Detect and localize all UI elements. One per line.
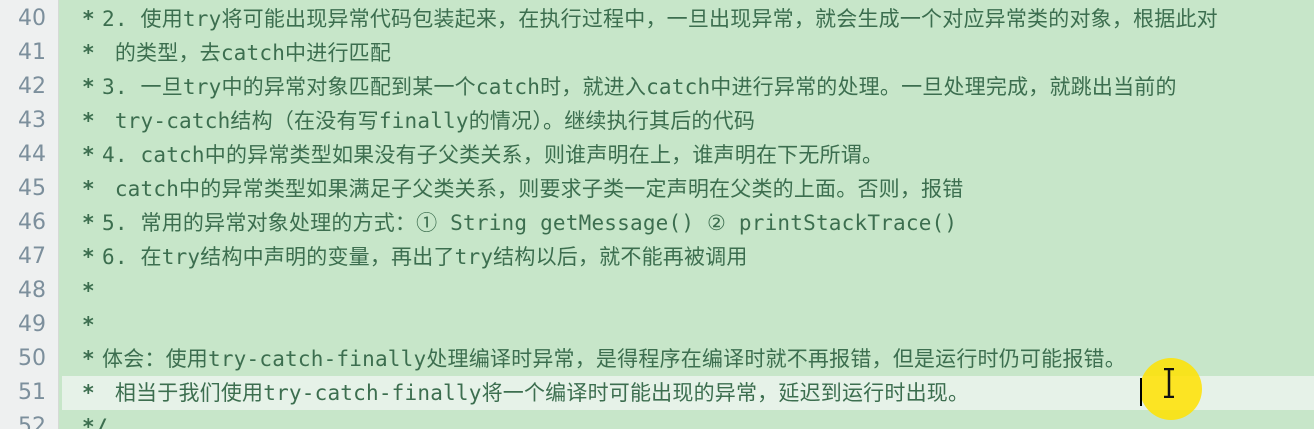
comment-star: *: [82, 313, 95, 337]
code-line-40[interactable]: 40 * 2. 使用try将可能出现异常代码包装起来，在执行过程中，一旦出现异常，…: [0, 2, 1314, 36]
comment-star: *: [82, 109, 95, 133]
line-number: 44: [18, 142, 46, 167]
comment-text: 6. 在try结构中声明的变量，再出了try结构以后，就不能再被调用: [102, 245, 748, 269]
code-line-50[interactable]: 50 * 体会：使用try-catch-finally处理编译时异常，是得程序在编…: [0, 342, 1314, 376]
line-number: 52: [18, 414, 46, 429]
comment-text: try-catch结构（在没有写finally的情况）。继续执行其后的代码: [102, 109, 756, 133]
line-number: 50: [18, 346, 46, 371]
comment-star: *: [82, 41, 95, 65]
comment-star: *: [82, 211, 95, 235]
comment-star: *: [82, 75, 95, 99]
comment-text: 体会：使用try-catch-finally处理编译时异常，是得程序在编译时就不…: [102, 347, 1126, 371]
line-number: 43: [18, 108, 46, 133]
comment-star: *: [82, 143, 95, 167]
comment-text: 3. 一旦try中的异常对象匹配到某一个catch时，就进入catch中进行异常…: [102, 75, 1177, 99]
code-line-44[interactable]: 44 * 4. catch中的异常类型如果没有子父类关系，则谁声明在上，谁声明在下…: [0, 138, 1314, 172]
code-line-46[interactable]: 46 * 5. 常用的异常对象处理的方式：① String getMessage(…: [0, 206, 1314, 240]
code-line-52[interactable]: 52 */: [0, 410, 1314, 429]
comment-end: */: [82, 415, 108, 429]
comment-star: *: [82, 347, 95, 371]
comment-star: *: [82, 279, 95, 303]
comment-star: *: [82, 245, 95, 269]
comment-text: 5. 常用的异常对象处理的方式：① String getMessage() ② …: [102, 211, 958, 235]
line-number: 41: [18, 40, 46, 65]
comment-star: *: [82, 177, 95, 201]
code-line-51-current[interactable]: 51 * 相当于我们使用try-catch-finally将一个编译时可能出现的…: [0, 376, 1314, 410]
line-number: 45: [18, 176, 46, 201]
line-number: 46: [18, 210, 46, 235]
code-line-42[interactable]: 42 * 3. 一旦try中的异常对象匹配到某一个catch时，就进入catch中…: [0, 70, 1314, 104]
code-editor[interactable]: 40 * 2. 使用try将可能出现异常代码包装起来，在执行过程中，一旦出现异常，…: [0, 0, 1314, 429]
comment-text: catch中的异常类型如果满足子父类关系，则要求子类一定声明在父类的上面。否则，…: [102, 177, 964, 201]
code-lines: 40 * 2. 使用try将可能出现异常代码包装起来，在执行过程中，一旦出现异常，…: [0, 0, 1314, 429]
comment-text: 2. 使用try将可能出现异常代码包装起来，在执行过程中，一旦出现异常，就会生成…: [102, 7, 1218, 31]
line-number: 47: [18, 244, 46, 269]
line-number: 51: [18, 380, 46, 405]
line-number: 48: [18, 278, 46, 303]
code-line-45[interactable]: 45 * catch中的异常类型如果满足子父类关系，则要求子类一定声明在父类的上…: [0, 172, 1314, 206]
line-number: 40: [18, 6, 46, 31]
line-number: 42: [18, 74, 46, 99]
code-line-47[interactable]: 47 * 6. 在try结构中声明的变量，再出了try结构以后，就不能再被调用: [0, 240, 1314, 274]
comment-text: 相当于我们使用try-catch-finally将一个编译时可能出现的异常，延迟…: [102, 381, 970, 405]
comment-star: *: [82, 381, 95, 405]
comment-text: 的类型，去catch中进行匹配: [102, 41, 392, 65]
comment-star: *: [82, 7, 95, 31]
code-line-48[interactable]: 48 *: [0, 274, 1314, 308]
ibeam-cursor-icon: [1164, 368, 1174, 398]
line-number: 49: [18, 312, 46, 337]
code-line-41[interactable]: 41 * 的类型，去catch中进行匹配: [0, 36, 1314, 70]
code-line-43[interactable]: 43 * try-catch结构（在没有写finally的情况）。继续执行其后的…: [0, 104, 1314, 138]
comment-text: 4. catch中的异常类型如果没有子父类关系，则谁声明在上，谁声明在下无所谓。: [102, 143, 884, 167]
code-line-49[interactable]: 49 *: [0, 308, 1314, 342]
text-caret: [1140, 378, 1142, 406]
